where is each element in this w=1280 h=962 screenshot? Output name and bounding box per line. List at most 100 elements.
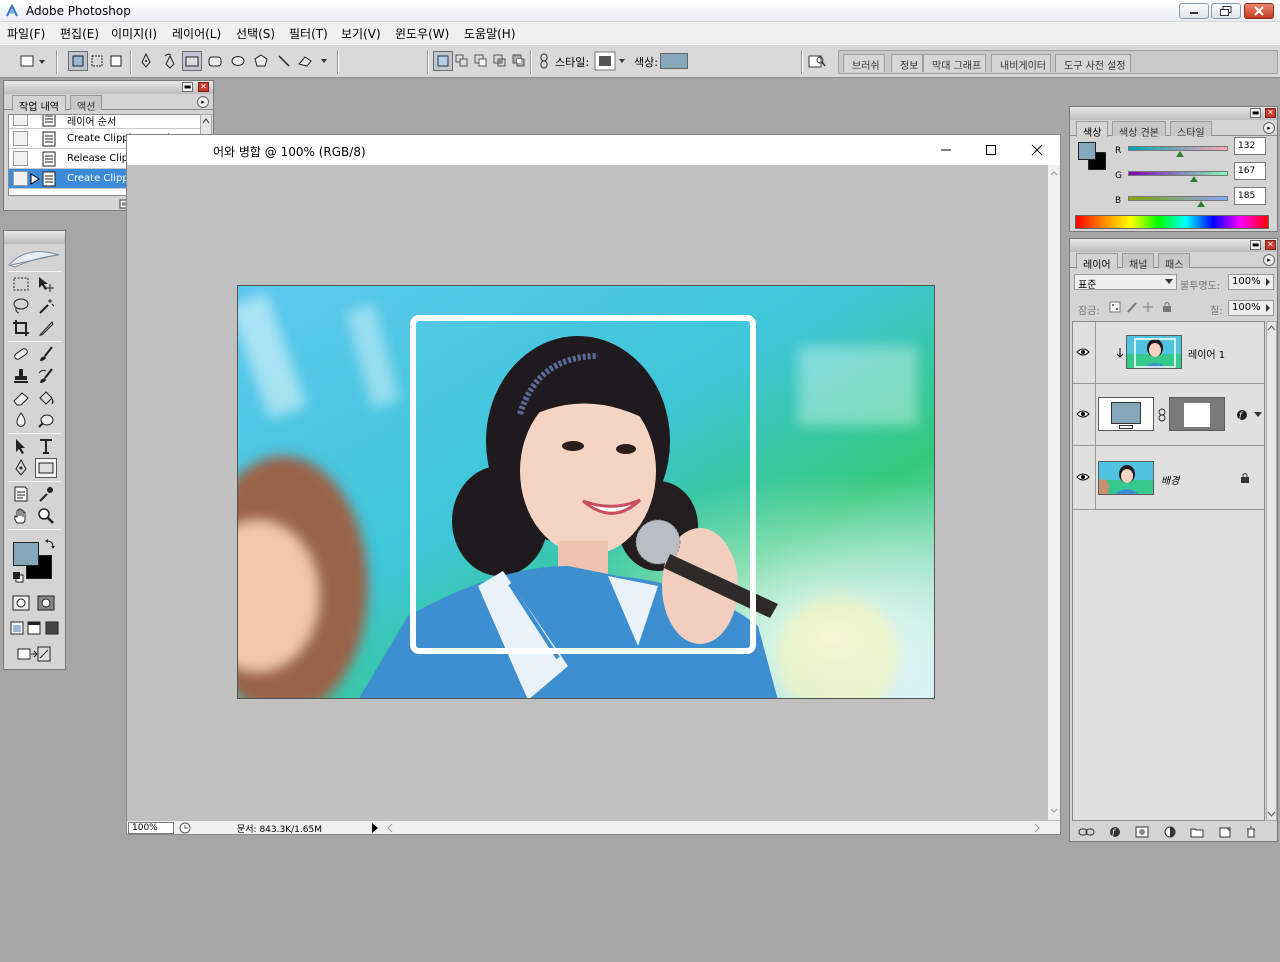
ellipse-button[interactable]: [228, 51, 248, 71]
palette-well-tab-brushes[interactable]: 브러쉬: [843, 54, 885, 72]
color-panel-foreground[interactable]: [1078, 142, 1096, 160]
shape-layers-button[interactable]: [68, 51, 88, 71]
history-snapshot-checkbox[interactable]: [13, 131, 28, 146]
lasso-tool[interactable]: [10, 296, 32, 316]
shape-fill-thumbnail[interactable]: [1098, 397, 1154, 431]
fill-field[interactable]: 100%: [1228, 300, 1274, 316]
color-swatch[interactable]: [660, 53, 688, 69]
tab-swatches[interactable]: 색상 견본: [1112, 121, 1166, 139]
history-snapshot-checkbox[interactable]: [13, 151, 28, 166]
document-minimize-button[interactable]: [936, 141, 956, 159]
layer-row[interactable]: f: [1073, 384, 1264, 446]
green-value-field[interactable]: 167: [1234, 162, 1266, 180]
eye-visibility-icon[interactable]: [1076, 409, 1090, 419]
menu-select[interactable]: 선택(S): [236, 25, 275, 42]
healing-brush-tool[interactable]: [10, 344, 32, 364]
brush-tool[interactable]: [35, 344, 57, 364]
layers-palette-header[interactable]: ▬ ✕: [1070, 239, 1277, 252]
palette-well-tab-histogram[interactable]: 막대 그래프: [923, 54, 987, 72]
blur-tool[interactable]: [10, 410, 32, 430]
tool-preset-picker[interactable]: [18, 51, 48, 71]
magic-wand-tool[interactable]: [35, 296, 57, 316]
scroll-left-icon[interactable]: [385, 822, 395, 834]
layer-name[interactable]: 레이어 1: [1188, 346, 1225, 361]
history-state-slider-icon[interactable]: [30, 173, 40, 185]
notes-tool[interactable]: [10, 484, 32, 504]
color-spectrum-bar[interactable]: [1075, 215, 1269, 229]
jump-to-imageready-button[interactable]: [10, 644, 58, 664]
create-new-shape-layer-button[interactable]: [433, 51, 453, 71]
toolbox-header[interactable]: [4, 231, 65, 244]
color-menu-button[interactable]: ▸: [1263, 122, 1275, 134]
new-layer-set-icon[interactable]: [1190, 826, 1204, 838]
minimize-button[interactable]: [1179, 3, 1209, 19]
history-brush-tool[interactable]: [35, 366, 57, 386]
foreground-color-swatch[interactable]: [13, 542, 39, 566]
document-title-bar[interactable]: 어와 병합 @ 100% (RGB/8): [127, 135, 1060, 165]
custom-shape-button[interactable]: [296, 51, 330, 71]
menu-file[interactable]: 파일(F): [7, 25, 45, 42]
layers-scrollbar[interactable]: [1266, 321, 1277, 821]
document-close-button[interactable]: [1027, 141, 1047, 159]
palette-well-tab-navigator[interactable]: 내비게이터: [991, 54, 1051, 72]
add-to-shape-button[interactable]: [452, 51, 472, 71]
blue-slider-knob[interactable]: [1196, 201, 1205, 207]
eyedropper-tool[interactable]: [35, 484, 57, 504]
trash-icon[interactable]: [1245, 826, 1257, 838]
swap-colors-icon[interactable]: [44, 538, 56, 550]
layer-row[interactable]: 레이어 1: [1073, 322, 1264, 384]
tab-color[interactable]: 색상: [1076, 121, 1109, 139]
menu-edit[interactable]: 편집(E): [60, 25, 99, 42]
intersect-shape-button[interactable]: [490, 51, 510, 71]
rectangle-tool[interactable]: [35, 458, 57, 478]
tab-paths[interactable]: 패스: [1158, 253, 1191, 271]
add-layer-style-icon[interactable]: f: [1108, 826, 1122, 838]
history-item[interactable]: 레이어 순서: [9, 115, 200, 129]
red-value-field[interactable]: 132: [1234, 137, 1266, 155]
history-menu-button[interactable]: ▸: [197, 96, 209, 108]
lock-options-icons[interactable]: [1108, 300, 1178, 314]
add-layer-mask-icon[interactable]: [1135, 826, 1149, 838]
expand-effects-icon[interactable]: [1254, 412, 1262, 418]
chain-link-icon[interactable]: [1158, 408, 1166, 422]
palette-well-tab-info[interactable]: 정보: [891, 54, 924, 72]
menu-layer[interactable]: 레이어(L): [172, 25, 221, 42]
color-minimize-button[interactable]: ▬: [1250, 108, 1261, 118]
line-button[interactable]: [274, 51, 294, 71]
palette-well-tab-tool-presets[interactable]: 도구 사전 설정: [1055, 54, 1131, 72]
color-close-button[interactable]: ✕: [1265, 108, 1276, 118]
new-adjustment-layer-icon[interactable]: [1163, 826, 1177, 838]
quick-mask-mode-button[interactable]: [35, 593, 57, 613]
tab-styles[interactable]: 스타일: [1170, 121, 1212, 139]
polygon-button[interactable]: [251, 51, 271, 71]
tab-actions[interactable]: 액션: [70, 95, 103, 113]
paint-bucket-tool[interactable]: [35, 388, 57, 408]
crop-tool[interactable]: [10, 318, 32, 338]
color-palette-header[interactable]: ▬ ✕: [1070, 107, 1277, 120]
layer-row[interactable]: 배경: [1073, 446, 1264, 510]
menu-filter[interactable]: 필터(T): [289, 25, 328, 42]
type-tool[interactable]: [35, 436, 57, 456]
file-browser-button[interactable]: [807, 51, 827, 71]
zoom-tool[interactable]: [35, 506, 57, 526]
move-tool[interactable]: [35, 274, 57, 294]
fill-pixels-button[interactable]: [106, 51, 126, 71]
default-colors-icon[interactable]: [12, 571, 24, 583]
tab-history[interactable]: 작업 내역: [12, 95, 66, 113]
layers-close-button[interactable]: ✕: [1265, 240, 1276, 250]
green-slider[interactable]: [1128, 171, 1228, 176]
menu-image[interactable]: 이미지(I): [111, 25, 157, 42]
exclude-shape-button[interactable]: [509, 51, 529, 71]
menu-view[interactable]: 보기(V): [341, 25, 381, 42]
pen-tool[interactable]: [10, 458, 32, 478]
history-close-button[interactable]: ✕: [198, 82, 209, 92]
pen-tool-button[interactable]: [136, 51, 156, 71]
document-image[interactable]: [237, 285, 935, 699]
eye-visibility-icon[interactable]: [1076, 472, 1090, 482]
history-minimize-button[interactable]: ▬: [182, 82, 193, 92]
menu-help[interactable]: 도움말(H): [464, 25, 516, 42]
eye-visibility-icon[interactable]: [1076, 347, 1090, 357]
marquee-tool[interactable]: [10, 274, 32, 294]
rounded-rectangle-button[interactable]: [205, 51, 225, 71]
rectangle-shape-button[interactable]: [182, 51, 202, 71]
